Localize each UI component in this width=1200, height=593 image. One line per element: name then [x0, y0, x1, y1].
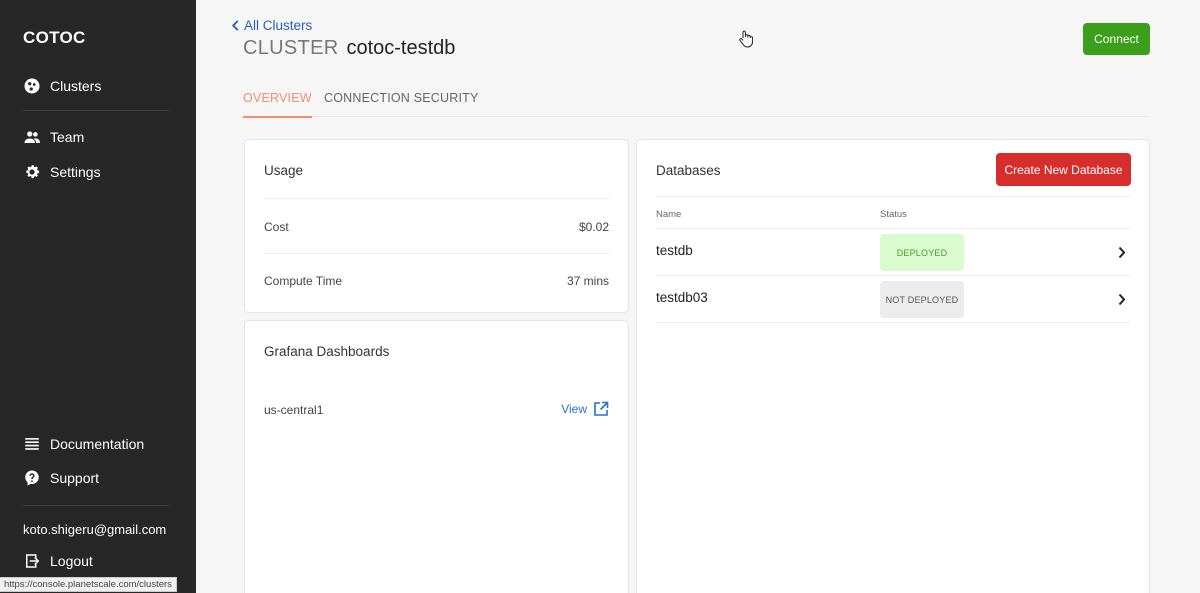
- grafana-row: us-central1 View: [264, 401, 609, 417]
- database-name: testdb: [656, 243, 693, 258]
- sidebar-item-label: Settings: [50, 164, 101, 180]
- back-to-clusters-link[interactable]: All Clusters: [231, 18, 312, 33]
- divider: [656, 196, 1130, 197]
- back-link-label: All Clusters: [244, 18, 313, 33]
- user-email: koto.shigeru@gmail.com: [23, 522, 167, 537]
- column-header-name: Name: [656, 209, 682, 220]
- usage-value: 37 mins: [566, 274, 609, 288]
- view-link-label: View: [561, 402, 587, 416]
- tab-bar: OVERVIEW CONNECTION SECURITY: [243, 88, 1150, 118]
- status-badge: NOT DEPLOYED: [880, 281, 964, 318]
- sidebar-item-logout[interactable]: Logout: [23, 552, 93, 570]
- sidebar-item-clusters[interactable]: Clusters: [23, 77, 101, 95]
- sidebar-item-label: Clusters: [50, 78, 102, 94]
- usage-label: Cost: [264, 220, 289, 234]
- connect-button[interactable]: Connect: [1083, 23, 1150, 55]
- view-dashboard-link[interactable]: View: [561, 401, 609, 417]
- sidebar-divider: [23, 505, 169, 506]
- chevron-right-icon: [1118, 246, 1126, 259]
- external-link-icon: [594, 401, 609, 416]
- sidebar-item-documentation[interactable]: Documentation: [23, 435, 144, 453]
- cluster-name: cotoc-testdb: [346, 37, 456, 59]
- database-name: testdb03: [656, 290, 708, 305]
- sidebar-divider: [23, 110, 169, 111]
- grafana-title: Grafana Dashboards: [264, 344, 390, 359]
- tab-connection-security[interactable]: CONNECTION SECURITY: [324, 91, 479, 105]
- usage-card: Usage Cost $0.02 Compute Time 37 mins: [244, 139, 629, 313]
- brand-logo[interactable]: COTOC: [23, 28, 86, 48]
- sidebar-item-label: Support: [50, 470, 100, 486]
- title-prefix: CLUSTER: [243, 37, 339, 59]
- people-icon: [23, 128, 41, 146]
- divider: [264, 253, 609, 254]
- sidebar-item-team[interactable]: Team: [23, 128, 84, 146]
- divider: [264, 198, 609, 199]
- usage-value: $0.02: [578, 220, 609, 234]
- usage-row-compute-time: Compute Time 37 mins: [264, 274, 609, 288]
- grafana-dashboards-card: Grafana Dashboards us-central1 View: [244, 320, 629, 593]
- database-row-testdb[interactable]: testdb DEPLOYED: [656, 229, 1130, 276]
- sidebar-item-support[interactable]: Support: [23, 469, 99, 487]
- sidebar-item-label: Logout: [50, 553, 93, 569]
- usage-row-cost: Cost $0.02: [264, 220, 609, 234]
- sidebar: COTOC Clusters Team Settings Documentati…: [0, 0, 196, 593]
- hand-cursor-icon: [739, 30, 753, 48]
- logout-icon: [23, 552, 41, 570]
- question-icon: [23, 469, 41, 487]
- status-bar-url: https://console.planetscale.com/clusters: [0, 577, 177, 592]
- globe-icon: [23, 77, 41, 95]
- tab-overview[interactable]: OVERVIEW: [243, 91, 312, 118]
- status-badge: DEPLOYED: [880, 234, 964, 271]
- usage-label: Compute Time: [264, 274, 343, 288]
- sidebar-item-settings[interactable]: Settings: [23, 163, 101, 181]
- page-title: CLUSTER cotoc-testdb: [243, 37, 455, 60]
- list-icon: [23, 435, 41, 453]
- column-header-status: Status: [880, 209, 907, 220]
- grafana-region: us-central1: [264, 403, 324, 417]
- chevron-right-icon: [1118, 293, 1126, 306]
- sidebar-item-label: Documentation: [50, 436, 145, 452]
- chevron-left-icon: [231, 20, 239, 31]
- databases-title: Databases: [656, 163, 721, 178]
- gear-icon: [23, 163, 41, 181]
- sidebar-item-label: Team: [50, 129, 85, 145]
- database-row-testdb03[interactable]: testdb03 NOT DEPLOYED: [656, 276, 1130, 323]
- create-new-database-button[interactable]: Create New Database: [996, 153, 1131, 186]
- divider: [656, 322, 1130, 323]
- usage-title: Usage: [264, 163, 304, 178]
- databases-card: Databases Create New Database Name Statu…: [636, 139, 1150, 593]
